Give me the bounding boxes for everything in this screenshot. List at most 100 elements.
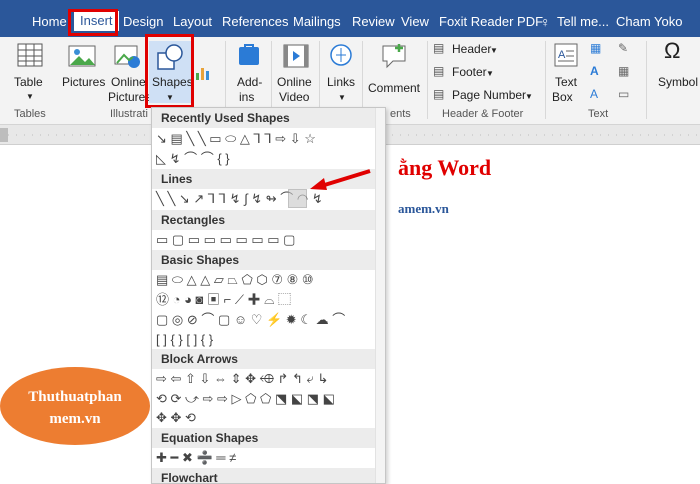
footer-label: Footer (452, 65, 487, 79)
chevron-down-icon: ▼ (490, 46, 498, 55)
basic-shapes-row-1[interactable]: ▤ ⬭ △ △ ▱ ⏢ ⬠ ⬡ ⑦ ⑧ ⑩ (156, 271, 314, 289)
tell-me-search[interactable]: Tell me... (557, 12, 609, 32)
comment-icon (382, 44, 406, 69)
section-flowchart: Flowchart (152, 468, 385, 483)
link-icon (330, 44, 352, 66)
lightbulb-icon: ♀ (540, 14, 551, 30)
table-button[interactable]: Table ▼ (10, 43, 50, 101)
tab-foxit-reader-pdf[interactable]: Foxit Reader PDF (439, 12, 543, 32)
section-basic-shapes: Basic Shapes (152, 250, 385, 270)
quick-parts-icon: ▦ (590, 41, 602, 55)
text-box-icon: A (554, 43, 578, 67)
comment-label: Comment (368, 81, 421, 95)
drop-cap-icon: A (590, 87, 599, 101)
document-subheading: amem.vn (398, 201, 449, 216)
online-pictures-label-2: Pictures (108, 90, 152, 104)
section-recently-used-shapes: Recently Used Shapes (152, 108, 385, 128)
page-number-icon: ▤ (433, 87, 445, 101)
page-number-button[interactable]: ▤ Page Number ▼ (433, 87, 543, 105)
smartart-chart-buttons[interactable] (193, 43, 213, 99)
page-number-label: Page Number (452, 88, 527, 102)
shapes-icon (157, 44, 183, 70)
section-lines: Lines (152, 169, 385, 189)
chevron-down-icon: ▼ (486, 69, 494, 78)
text-group-small-buttons[interactable]: ▦ A A ✎ ▦ ▭ (590, 41, 640, 103)
section-block-arrows: Block Arrows (152, 349, 385, 369)
tab-mailings[interactable]: Mailings (293, 12, 341, 32)
tab-design[interactable]: Design (123, 12, 163, 32)
header-icon: ▤ (433, 41, 445, 55)
add-ins-button[interactable]: Add- ins (231, 43, 267, 104)
dropdown-scrollbar[interactable] (375, 108, 385, 483)
user-name[interactable]: Cham Yoko (616, 12, 683, 32)
header-button[interactable]: ▤ Header ▼ (433, 41, 533, 59)
store-icon (239, 44, 259, 65)
document-heading: ằng Word (398, 155, 492, 180)
chevron-down-icon: ▼ (525, 92, 533, 101)
symbols-button[interactable]: Ω Symbol (654, 38, 700, 101)
group-label-tables: Tables (14, 108, 46, 120)
equation-shapes-row[interactable]: ✚ ━ ✖ ➗ ═ ≠ (156, 449, 236, 467)
section-rectangles: Rectangles (152, 210, 385, 230)
tab-view[interactable]: View (401, 12, 429, 32)
chart-icon (196, 68, 209, 80)
basic-shapes-row-4[interactable]: [ ] { } [ ] { } (156, 331, 213, 349)
text-box-button[interactable]: A Text Box (550, 43, 582, 104)
header-label: Header (452, 42, 492, 56)
table-label: Table (14, 75, 43, 89)
tab-home[interactable]: Home (32, 12, 67, 32)
pictures-label: Pictures (62, 75, 106, 89)
tab-insert[interactable]: Insert (74, 11, 119, 31)
online-picture-icon (114, 45, 140, 68)
selected-elbow-connector[interactable] (288, 189, 307, 208)
pictures-button[interactable]: Pictures (60, 43, 106, 101)
footer-button[interactable]: ▤ Footer ▼ (433, 64, 533, 82)
table-icon (17, 43, 43, 67)
wordart-icon: A (590, 64, 599, 78)
tab-references[interactable]: References (222, 12, 288, 32)
block-arrows-row-2[interactable]: ⟲ ⟳ ⤻ ⇨ ⇨ ▷ ⬠ ⬠ ⬔ ⬕ ⬔ ⬕ (156, 390, 335, 408)
object-icon: ▭ (618, 87, 630, 101)
text-box-label-2: Box (552, 90, 573, 104)
oval-text-line-2: mem.vn (49, 411, 101, 427)
tab-review[interactable]: Review (352, 12, 395, 32)
symbols-label: Symbol (658, 75, 699, 89)
links-label: Links (327, 75, 356, 89)
block-arrows-row-3[interactable]: ✥ ✥ ⟲ (156, 409, 196, 427)
group-label-header-footer: Header & Footer (442, 108, 524, 120)
section-equation-shapes: Equation Shapes (152, 428, 385, 448)
links-button[interactable]: Links ▼ (323, 43, 359, 102)
add-ins-label-2: ins (239, 90, 255, 104)
online-video-button[interactable]: Online Video (276, 43, 316, 104)
chevron-down-icon: ▼ (338, 93, 346, 102)
date-time-icon: ▦ (618, 64, 630, 78)
orange-oval-shape[interactable]: Thuthuatphan mem.vn (0, 367, 150, 445)
recent-shapes-row-1[interactable]: ↘ ▤ ╲ ╲ ▭ ⬭ △ ⅂ ⅂ ⇨ ⇩ ☆ (156, 130, 316, 148)
block-arrows-row-1[interactable]: ⇨ ⇦ ⇧ ⇩ ⇔ ⇕ ✥ ⬲ ↱ ↰ ⤶ ↳ (156, 370, 328, 388)
recent-shapes-row-2[interactable]: ◺ ↯ ⌒ ⌒ { } (156, 150, 230, 168)
chevron-down-icon: ▼ (26, 92, 34, 101)
signature-icon: ✎ (618, 41, 629, 55)
shapes-dropdown-menu: Recently Used Shapes ↘ ▤ ╲ ╲ ▭ ⬭ △ ⅂ ⅂ ⇨… (151, 107, 386, 484)
shapes-label: Shapes (152, 75, 193, 89)
chevron-down-icon: ▼ (166, 93, 174, 102)
footer-icon: ▤ (433, 64, 445, 78)
add-ins-label-1: Add- (237, 75, 263, 89)
basic-shapes-row-2[interactable]: ⑫ ◔ ◕ ◙ ▣ ⌐ ⟋ ✚ ⌓ ⬚ (156, 291, 291, 309)
shapes-button[interactable]: Shapes ▼ (149, 41, 193, 103)
online-pictures-button[interactable]: Online Pictures (108, 43, 151, 104)
picture-icon (68, 45, 96, 67)
group-label-comments: ents (390, 108, 411, 120)
online-video-label-1: Online (277, 75, 312, 89)
omega-icon: Ω (664, 38, 681, 63)
ribbon-tab-bar: Home Insert Design Layout References Mai… (0, 0, 700, 37)
video-icon (283, 44, 309, 68)
group-label-illustrations: Illustrati (110, 108, 148, 120)
text-box-label-1: Text (555, 75, 578, 89)
svg-text:A: A (558, 49, 566, 61)
group-label-text: Text (588, 108, 609, 120)
comment-button[interactable]: Comment (366, 43, 422, 101)
tab-layout[interactable]: Layout (173, 12, 212, 32)
basic-shapes-row-3[interactable]: ▢ ◎ ⊘ ⌒ ▢ ☺ ♡ ⚡ ✹ ☾ ☁ ⌒ (156, 311, 345, 329)
rectangles-row[interactable]: ▭ ▢ ▭ ▭ ▭ ▭ ▭ ▭ ▢ (156, 231, 295, 249)
